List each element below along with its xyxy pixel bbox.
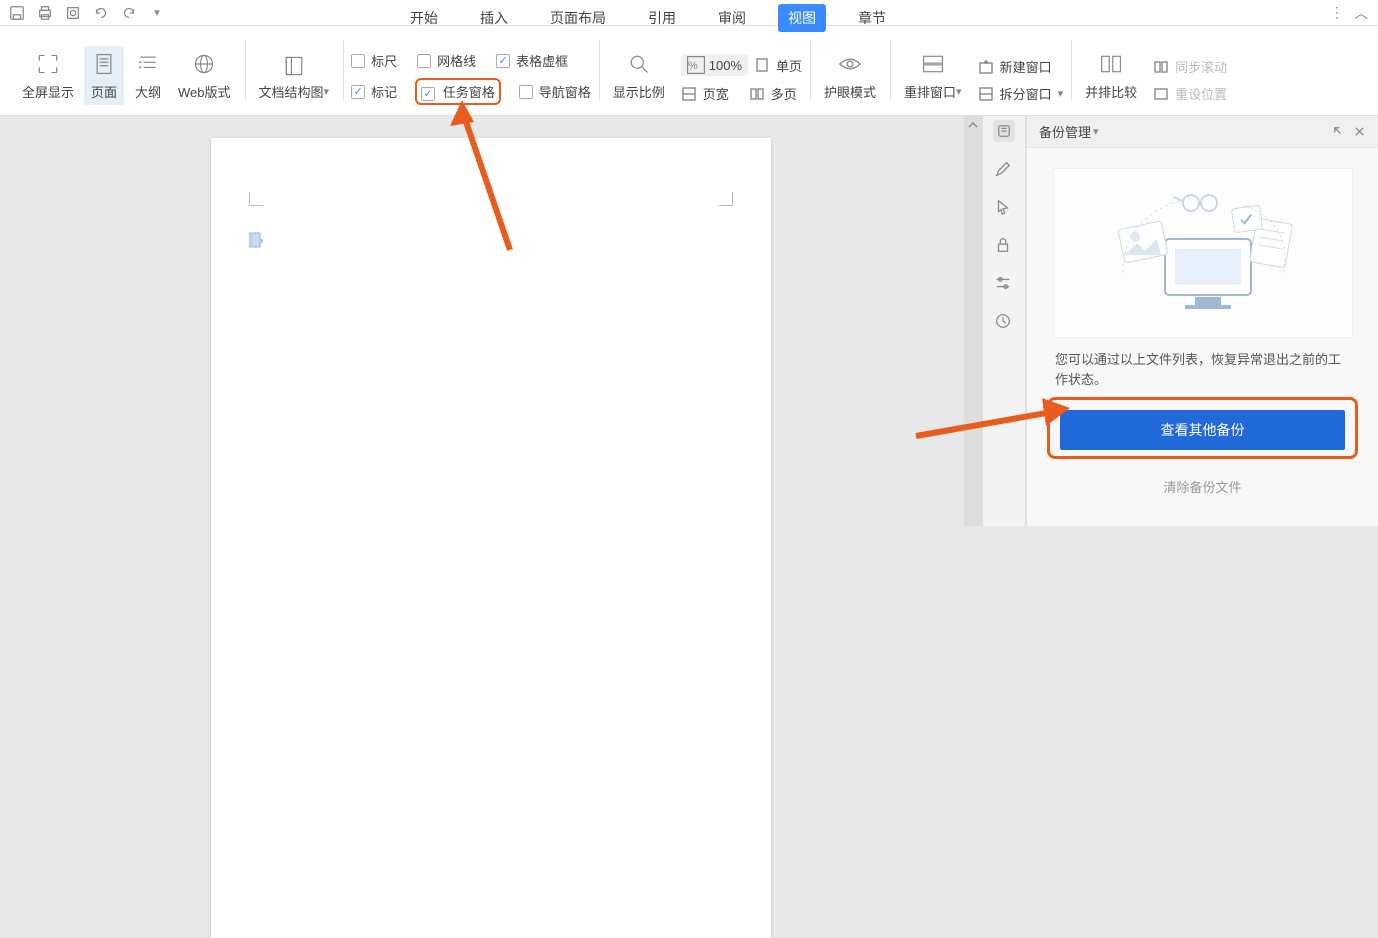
split-window-button[interactable]: 拆分窗口 ▾ bbox=[978, 84, 1064, 103]
highlight-task-pane: 任务窗格 bbox=[415, 78, 501, 105]
ruler-checkbox[interactable] bbox=[351, 54, 365, 68]
split-window-label: 拆分窗口 bbox=[1000, 84, 1052, 103]
zoom-icon bbox=[625, 50, 653, 78]
nav-pane-checkbox[interactable] bbox=[519, 85, 533, 99]
cursor-icon[interactable] bbox=[994, 198, 1014, 218]
page-width-icon bbox=[681, 86, 697, 102]
side-by-side-icon bbox=[1097, 50, 1125, 78]
doc-structure-button[interactable]: 文档结构图▾ bbox=[253, 48, 336, 105]
zoom-label: 显示比例 bbox=[613, 82, 665, 101]
fullscreen-button[interactable]: 全屏显示 bbox=[16, 46, 80, 105]
eyecare-button[interactable]: 护眼模式 bbox=[818, 46, 882, 105]
margin-corner-left bbox=[249, 192, 263, 206]
history-icon[interactable] bbox=[994, 312, 1014, 332]
outline-label: 大纲 bbox=[135, 82, 161, 101]
single-page-icon bbox=[754, 57, 770, 73]
highlight-view-backup: 查看其他备份 bbox=[1047, 397, 1358, 459]
vertical-scrollbar[interactable] bbox=[964, 116, 982, 526]
lock-icon[interactable] bbox=[994, 236, 1014, 256]
task-pane-label: 任务窗格 bbox=[443, 85, 495, 100]
document-page[interactable] bbox=[211, 138, 771, 938]
gridlines-checkbox[interactable] bbox=[417, 54, 431, 68]
backup-illustration bbox=[1053, 168, 1353, 338]
sync-scroll-icon bbox=[1153, 59, 1169, 75]
eyecare-label: 护眼模式 bbox=[824, 82, 876, 101]
arrange-windows-label: 重排窗口 bbox=[904, 82, 956, 101]
side-toggle-icon[interactable] bbox=[993, 120, 1015, 142]
new-window-button[interactable]: 新建窗口 bbox=[978, 57, 1064, 76]
outline-button[interactable]: 大纲 bbox=[128, 46, 168, 105]
split-window-icon bbox=[978, 86, 994, 102]
side-tool-strip bbox=[982, 116, 1026, 526]
arrange-windows-icon bbox=[919, 50, 947, 78]
new-window-icon bbox=[978, 59, 994, 75]
multi-page-label[interactable]: 多页 bbox=[771, 84, 797, 103]
table-outline-checkbox[interactable] bbox=[496, 54, 510, 68]
panel-title-dropdown-icon[interactable]: ▾ bbox=[1093, 125, 1099, 138]
marks-label: 标记 bbox=[371, 82, 397, 101]
single-page-label[interactable]: 单页 bbox=[776, 56, 802, 75]
zoom-button[interactable]: 显示比例 bbox=[607, 46, 671, 105]
undo-icon[interactable] bbox=[92, 4, 110, 22]
page-width-label[interactable]: 页宽 bbox=[703, 84, 729, 103]
outline-icon bbox=[134, 50, 162, 78]
webview-button[interactable]: Web版式 bbox=[172, 46, 237, 105]
panel-description: 您可以通过以上文件列表，恢复异常退出之前的工作状态。 bbox=[1027, 350, 1378, 389]
gridlines-label: 网格线 bbox=[437, 51, 476, 70]
section-icon[interactable] bbox=[249, 232, 263, 248]
print-icon[interactable] bbox=[36, 4, 54, 22]
fullscreen-label: 全屏显示 bbox=[22, 82, 74, 101]
svg-text:%: % bbox=[688, 60, 698, 72]
scroll-up-icon[interactable] bbox=[966, 118, 980, 132]
task-pane-checkbox[interactable] bbox=[421, 87, 435, 101]
page-view-label: 页面 bbox=[91, 82, 117, 101]
margin-corner-right bbox=[719, 192, 733, 206]
doc-structure-label: 文档结构图 bbox=[259, 82, 324, 101]
new-window-label: 新建窗口 bbox=[1000, 57, 1052, 76]
fullscreen-icon bbox=[34, 50, 62, 78]
ribbon-view: 全屏显示 页面 大纲 Web版式 文档结构图▾ 标尺 网格线 bbox=[0, 26, 1378, 116]
clear-backup-link[interactable]: 清除备份文件 bbox=[1027, 477, 1378, 496]
sync-scroll-label: 同步滚动 bbox=[1175, 57, 1227, 76]
backup-panel: 备份管理 ▾ 您可以通过以上文件列表 bbox=[1026, 116, 1378, 526]
web-icon bbox=[190, 50, 218, 78]
multi-page-icon bbox=[749, 86, 765, 102]
page-icon bbox=[90, 50, 118, 78]
dropdown-icon[interactable]: ▾ bbox=[148, 4, 166, 22]
panel-title[interactable]: 备份管理 bbox=[1039, 122, 1091, 141]
reset-position-icon bbox=[1153, 86, 1169, 102]
ruler-label: 标尺 bbox=[371, 51, 397, 70]
eye-icon bbox=[836, 50, 864, 78]
pencil-icon[interactable] bbox=[994, 160, 1014, 180]
percent-icon: % bbox=[687, 56, 705, 74]
side-by-side-label: 并排比较 bbox=[1085, 82, 1137, 101]
panel-title-bar: 备份管理 ▾ bbox=[1027, 116, 1378, 148]
page-view-button[interactable]: 页面 bbox=[84, 46, 124, 105]
webview-label: Web版式 bbox=[178, 82, 231, 101]
sync-scroll-button[interactable]: 同步滚动 bbox=[1153, 57, 1227, 76]
reset-position-label: 重设位置 bbox=[1175, 84, 1227, 103]
zoom-value: 100% bbox=[709, 58, 742, 73]
reset-position-button[interactable]: 重设位置 bbox=[1153, 84, 1227, 103]
view-other-backup-button[interactable]: 查看其他备份 bbox=[1060, 410, 1345, 450]
panel-close-icon[interactable] bbox=[1353, 125, 1366, 138]
table-outline-label: 表格虚框 bbox=[516, 51, 568, 70]
doc-structure-icon bbox=[280, 52, 308, 80]
save-icon[interactable] bbox=[8, 4, 26, 22]
more-icon[interactable]: ⋮ bbox=[1328, 4, 1346, 22]
print-preview-icon[interactable] bbox=[64, 4, 82, 22]
nav-pane-label: 导航窗格 bbox=[539, 82, 591, 101]
redo-icon[interactable] bbox=[120, 4, 138, 22]
side-by-side-button[interactable]: 并排比较 bbox=[1079, 46, 1143, 105]
panel-popout-icon[interactable] bbox=[1332, 125, 1345, 138]
zoom-value-box[interactable]: % 100% bbox=[681, 54, 748, 76]
arrange-windows-button[interactable]: 重排窗口▾ bbox=[898, 46, 968, 105]
settings-icon[interactable] bbox=[994, 274, 1014, 294]
document-workspace bbox=[0, 116, 982, 526]
collapse-icon[interactable]: ︿ bbox=[1352, 4, 1370, 22]
marks-checkbox[interactable] bbox=[351, 85, 365, 99]
